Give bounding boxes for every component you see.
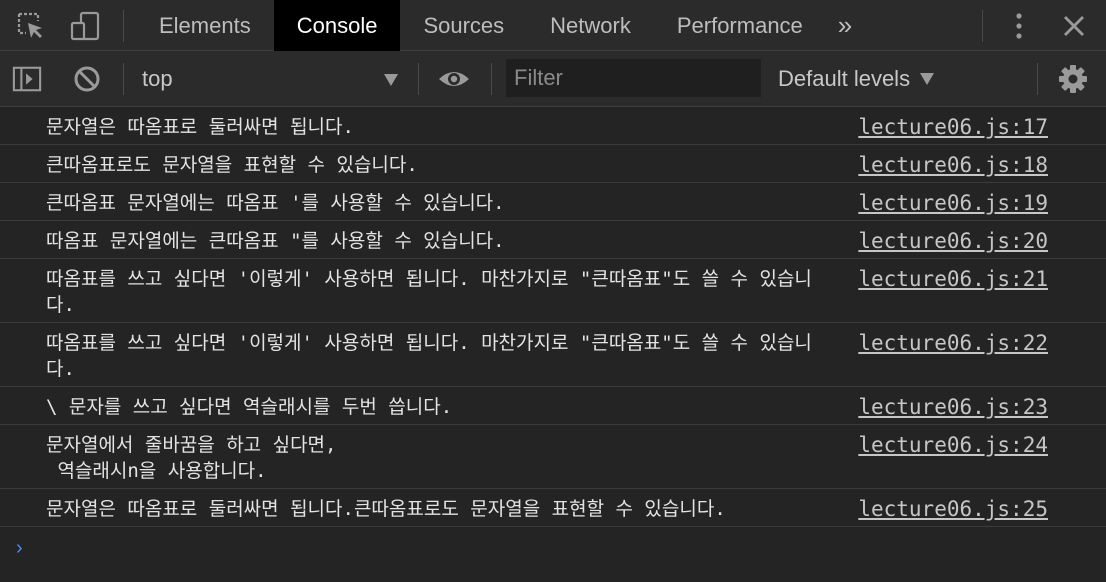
source-link[interactable]: lecture06.js:21 bbox=[858, 266, 1048, 292]
message-text: \ 문자를 쓰고 싶다면 역슬래시를 두번 씁니다. bbox=[46, 396, 453, 418]
source-link[interactable]: lecture06.js:23 bbox=[858, 394, 1048, 420]
tab-sources[interactable]: Sources bbox=[400, 0, 527, 51]
source-link[interactable]: lecture06.js:18 bbox=[858, 152, 1048, 178]
console-message: 큰따옴표 문자열에는 따옴표 '를 사용할 수 있습니다. lecture06.… bbox=[0, 183, 1106, 221]
message-text: 따옴표를 쓰고 싶다면 '이렇게' 사용하면 됩니다. 마찬가지로 "큰따옴표"… bbox=[46, 268, 812, 316]
message-text: 문자열은 따옴표로 둘러싸면 됩니다.큰따옴표로도 문자열을 표현할 수 있습니… bbox=[46, 498, 726, 520]
console-message: 문자열은 따옴표로 둘러싸면 됩니다. lecture06.js:17 bbox=[0, 107, 1106, 145]
console-toolbar: top Default levels bbox=[0, 51, 1106, 107]
eye-icon[interactable] bbox=[437, 64, 471, 94]
console-message: 큰따옴표로도 문자열을 표현할 수 있습니다. lecture06.js:18 bbox=[0, 145, 1106, 183]
console-message: 문자열에서 줄바꿈을 하고 싶다면, 역슬래시n을 사용합니다. lecture… bbox=[0, 425, 1106, 489]
tab-performance[interactable]: Performance bbox=[654, 0, 826, 51]
sidebar-toggle-icon[interactable] bbox=[12, 64, 42, 94]
source-link[interactable]: lecture06.js:20 bbox=[858, 228, 1048, 254]
message-text: 큰따옴표로도 문자열을 표현할 수 있습니다. bbox=[46, 154, 418, 176]
more-tabs-button[interactable]: » bbox=[826, 0, 864, 51]
console-messages: 문자열은 따옴표로 둘러싸면 됩니다. lecture06.js:17 큰따옴표… bbox=[0, 107, 1106, 527]
context-selector[interactable]: top bbox=[142, 51, 402, 107]
source-link[interactable]: lecture06.js:24 bbox=[858, 432, 1048, 458]
source-link[interactable]: lecture06.js:25 bbox=[858, 496, 1048, 522]
toolbar-divider-2 bbox=[418, 63, 419, 95]
message-text: 문자열은 따옴표로 둘러싸면 됩니다. bbox=[46, 116, 354, 138]
tab-elements[interactable]: Elements bbox=[136, 0, 274, 51]
toolbar-divider-1 bbox=[123, 63, 124, 95]
device-toggle-icon[interactable] bbox=[70, 11, 100, 41]
devtools-tabbar: Elements Console Sources Network Perform… bbox=[0, 0, 1106, 51]
source-link[interactable]: lecture06.js:22 bbox=[858, 330, 1048, 356]
console-message: \ 문자를 쓰고 싶다면 역슬래시를 두번 씁니다. lecture06.js:… bbox=[0, 387, 1106, 425]
message-text: 큰따옴표 문자열에는 따옴표 '를 사용할 수 있습니다. bbox=[46, 192, 505, 214]
filter-input[interactable] bbox=[506, 59, 761, 97]
message-text: 따옴표 문자열에는 큰따옴표 "를 사용할 수 있습니다. bbox=[46, 230, 505, 252]
inspect-element-icon[interactable] bbox=[16, 11, 46, 41]
context-value: top bbox=[142, 66, 173, 91]
more-vert-icon[interactable] bbox=[1004, 11, 1034, 41]
close-icon[interactable] bbox=[1059, 11, 1089, 41]
toolbar-divider-3 bbox=[491, 63, 492, 95]
prompt-chevron-icon: › bbox=[16, 537, 23, 559]
tab-network[interactable]: Network bbox=[527, 0, 654, 51]
console-message: 따옴표를 쓰고 싶다면 '이렇게' 사용하면 됩니다. 마찬가지로 "큰따옴표"… bbox=[0, 259, 1106, 323]
message-text: 따옴표를 쓰고 싶다면 '이렇게' 사용하면 됩니다. 마찬가지로 "큰따옴표"… bbox=[46, 332, 812, 380]
log-levels-dropdown[interactable]: Default levels bbox=[778, 51, 935, 107]
gear-icon[interactable] bbox=[1058, 64, 1088, 94]
console-prompt[interactable]: › bbox=[16, 537, 23, 560]
message-text: 문자열에서 줄바꿈을 하고 싶다면, 역슬래시n을 사용합니다. bbox=[46, 434, 337, 482]
source-link[interactable]: lecture06.js:17 bbox=[858, 114, 1048, 140]
source-link[interactable]: lecture06.js:19 bbox=[858, 190, 1048, 216]
console-message: 따옴표를 쓰고 싶다면 '이렇게' 사용하면 됩니다. 마찬가지로 "큰따옴표"… bbox=[0, 323, 1106, 387]
tabbar-divider bbox=[123, 10, 124, 42]
console-message: 문자열은 따옴표로 둘러싸면 됩니다.큰따옴표로도 문자열을 표현할 수 있습니… bbox=[0, 489, 1106, 527]
dropdown-arrow-icon bbox=[384, 73, 398, 91]
toolbar-divider-4 bbox=[1037, 63, 1038, 95]
levels-arrow-icon bbox=[920, 73, 935, 85]
clear-console-icon[interactable] bbox=[72, 64, 102, 94]
console-message: 따옴표 문자열에는 큰따옴표 "를 사용할 수 있습니다. lecture06.… bbox=[0, 221, 1106, 259]
tabbar-divider-right bbox=[982, 10, 983, 42]
tab-console[interactable]: Console bbox=[273, 0, 401, 51]
log-levels-label: Default levels bbox=[778, 66, 911, 91]
